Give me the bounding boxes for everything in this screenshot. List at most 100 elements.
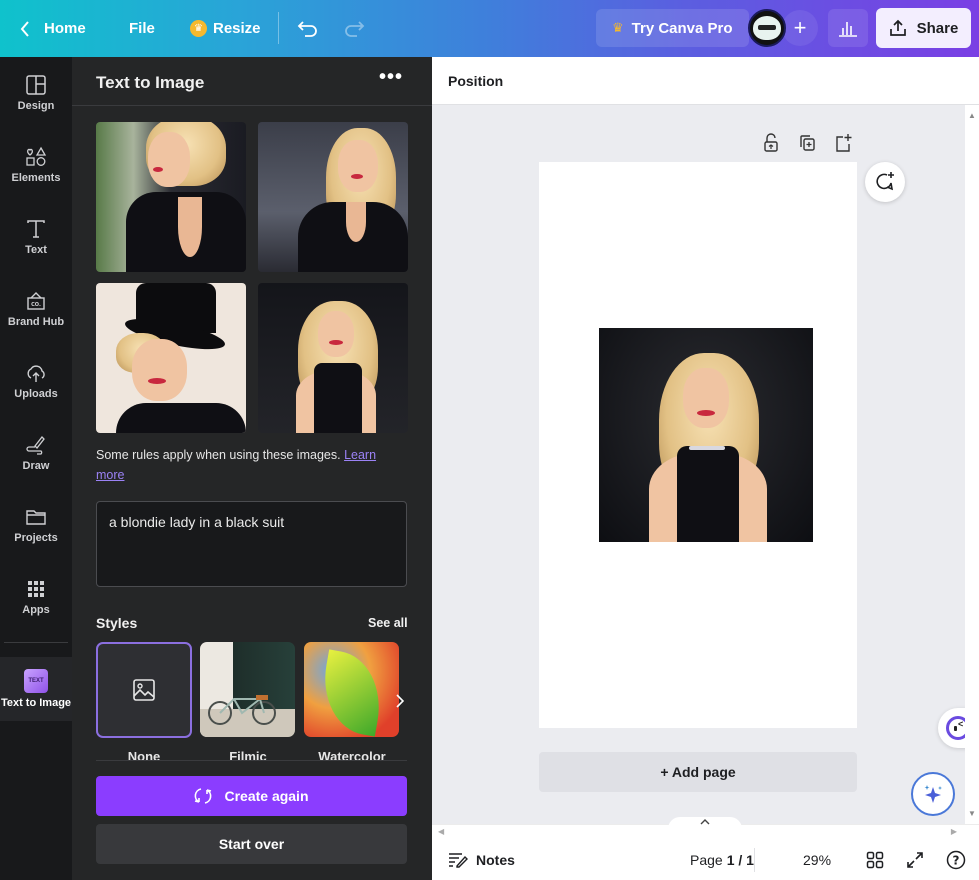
grid-view-button[interactable] (866, 840, 884, 880)
resize-button[interactable]: ♛ Resize (190, 0, 261, 57)
sidebar-label: Text (25, 244, 47, 256)
magic-sparkle-button[interactable] (911, 772, 955, 816)
generated-image-3[interactable] (96, 283, 246, 433)
user-avatar[interactable] (748, 9, 786, 47)
toolbar-divider (278, 12, 279, 44)
styles-heading: Styles (96, 615, 138, 631)
image-placeholder-icon (133, 679, 155, 701)
sidebar-item-uploads[interactable]: Uploads (0, 345, 72, 417)
usage-rules-text: Some rules apply when using these images… (96, 445, 406, 485)
prompt-input[interactable]: a blondie lady in a black suit (96, 501, 407, 587)
layout-icon (26, 75, 46, 95)
share-button[interactable]: Share (876, 8, 971, 48)
add-collaborator-button[interactable]: + (782, 10, 818, 46)
crown-icon: ♛ (612, 20, 624, 35)
crown-icon: ♛ (190, 20, 207, 37)
notes-button[interactable]: Notes (448, 840, 515, 880)
scroll-down-arrow[interactable]: ▼ (968, 809, 976, 818)
page-indicator[interactable]: Page 1 / 1 (690, 840, 754, 880)
apps-grid-icon (28, 581, 44, 597)
shapes-icon (26, 146, 47, 166)
add-page-button[interactable]: + Add page (539, 752, 857, 792)
start-over-button[interactable]: Start over (96, 824, 407, 864)
help-icon: ? (946, 850, 966, 870)
style-none[interactable] (96, 642, 192, 738)
scroll-up-arrow[interactable]: ▲ (968, 111, 976, 120)
sidebar-item-brand-hub[interactable]: CO. Brand Hub (0, 273, 72, 345)
context-toolbar: Position (432, 57, 979, 105)
redo-icon (345, 20, 365, 37)
rules-text: Some rules apply when using these images… (96, 448, 345, 462)
bottom-divider (754, 848, 755, 872)
create-again-button[interactable]: Create again (96, 776, 407, 816)
canvas-image[interactable] (599, 328, 813, 542)
help-button[interactable]: ? (946, 840, 966, 880)
left-sidebar: Design Elements Text CO. Brand Hub Uploa… (0, 57, 72, 880)
redo-button[interactable] (343, 0, 365, 57)
position-button[interactable]: Position (448, 73, 503, 89)
fullscreen-button[interactable] (906, 840, 924, 880)
generated-image-4[interactable] (258, 283, 408, 433)
more-options-button[interactable]: ••• (377, 67, 405, 93)
sidebar-item-text[interactable]: Text (0, 201, 72, 273)
notes-icon (449, 853, 468, 868)
chevron-left-icon (20, 20, 29, 37)
show-pages-handle[interactable] (668, 817, 742, 831)
leaf-image (315, 649, 389, 737)
sidebar-item-apps[interactable]: Apps (0, 561, 72, 633)
horizontal-scrollbar[interactable]: ◀ ▶ (432, 817, 979, 840)
sparkle-icon (924, 785, 942, 803)
try-canva-pro-button[interactable]: ♛ Try Canva Pro (596, 9, 749, 47)
comment-plus-icon (876, 172, 894, 191)
notes-label: Notes (476, 852, 515, 868)
add-comment-button[interactable] (865, 162, 905, 202)
chevron-right-icon (396, 694, 405, 708)
cloud-upload-icon (27, 365, 45, 382)
add-page-icon[interactable] (834, 133, 852, 153)
text-to-image-icon: TEXT (24, 669, 48, 693)
generated-image-1[interactable] (96, 122, 246, 272)
sidebar-item-design[interactable]: Design (0, 57, 72, 129)
sidebar-label: Draw (22, 460, 50, 472)
styles-next-arrow[interactable] (396, 694, 405, 713)
zoom-level[interactable]: 29% (803, 840, 831, 880)
refresh-icon (195, 788, 212, 804)
sidebar-item-elements[interactable]: Elements (0, 129, 72, 201)
pen-icon (26, 436, 45, 455)
page-value: 1 / 1 (726, 852, 754, 868)
panel-divider (96, 760, 407, 761)
insights-button[interactable] (828, 9, 868, 47)
sidebar-item-text-to-image[interactable]: TEXT Text to Image (0, 653, 72, 725)
scroll-left-arrow[interactable]: ◀ (438, 827, 444, 836)
bottom-bar: Notes Page 1 / 1 29% ? (432, 840, 979, 880)
undo-button[interactable] (297, 0, 319, 57)
sidebar-label: Elements (11, 172, 61, 184)
unlock-icon[interactable] (762, 133, 780, 153)
vertical-scrollbar[interactable]: ▲ ▼ (965, 105, 979, 824)
sidebar-item-draw[interactable]: Draw (0, 417, 72, 489)
style-watercolor[interactable] (304, 642, 399, 737)
sidebar-item-projects[interactable]: Projects (0, 489, 72, 561)
sidebar-label: Brand Hub (7, 316, 65, 328)
style-filmic[interactable] (200, 642, 295, 737)
expand-icon (907, 852, 923, 868)
resize-label: Resize (213, 20, 261, 37)
scroll-right-arrow[interactable]: ▶ (951, 827, 957, 836)
avatar-image (753, 16, 781, 40)
file-label: File (129, 20, 155, 37)
sidebar-label: Projects (14, 532, 58, 544)
bicycle-image (208, 695, 276, 725)
duplicate-page-icon[interactable] (798, 133, 816, 153)
share-label: Share (916, 19, 959, 37)
page-tools (762, 133, 852, 153)
svg-text:CO.: CO. (31, 302, 41, 308)
panel-title: Text to Image (96, 73, 205, 92)
sidebar-label: Text to Image (0, 697, 72, 709)
home-button[interactable]: Home (20, 0, 86, 57)
generated-image-2[interactable] (258, 122, 408, 272)
style-name-filmic: Filmic (229, 749, 267, 760)
file-menu-button[interactable]: File (129, 0, 155, 57)
see-all-styles-link[interactable]: See all (368, 616, 408, 630)
sidebar-label: Uploads (14, 388, 58, 400)
page-label: Page (690, 852, 723, 868)
